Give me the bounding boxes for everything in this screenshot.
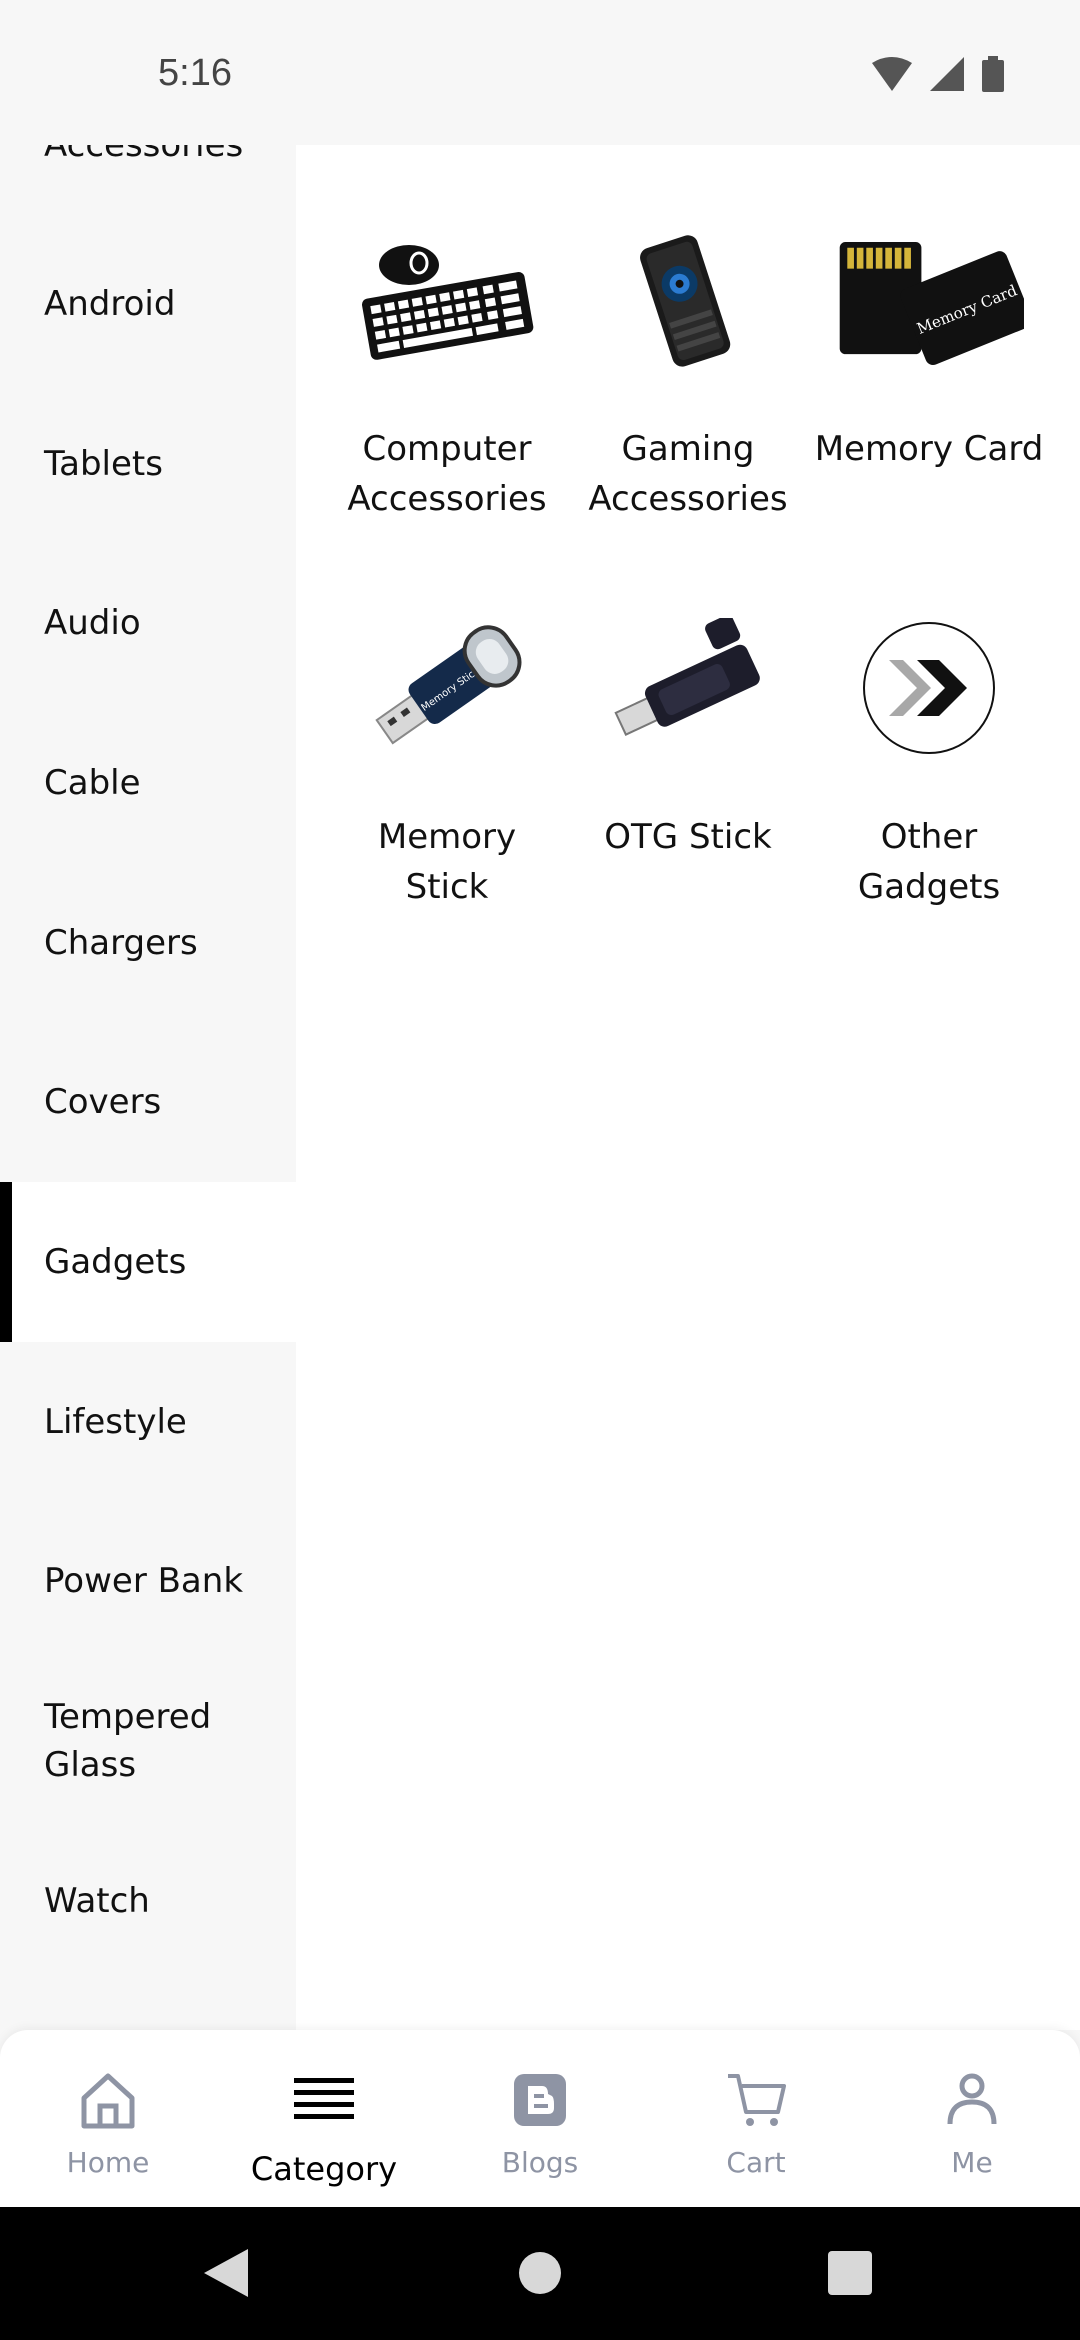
sidebar-item-label: Chargers bbox=[44, 923, 198, 963]
sidebar-item-audio[interactable]: Audio bbox=[0, 543, 296, 703]
bottom-nav: Home Category Blogs Cart Me bbox=[0, 2030, 1080, 2207]
category-card-memory-card[interactable]: Memory Card Memory Card bbox=[814, 220, 1044, 474]
recents-icon[interactable] bbox=[828, 2251, 872, 2295]
nav-cart[interactable]: Cart bbox=[648, 2030, 864, 2207]
chevron-double-image bbox=[834, 608, 1024, 768]
nav-label: Blogs bbox=[501, 2146, 579, 2179]
sidebar-item-tablets[interactable]: Tablets bbox=[0, 384, 296, 544]
sidebar-item-label: Tempered Glass bbox=[44, 1697, 212, 1785]
sidebar-item-label: Cable bbox=[44, 763, 141, 803]
nav-label: Me bbox=[951, 2146, 993, 2179]
category-label: Memory Stick bbox=[377, 817, 517, 907]
memory-card-image: Memory Card bbox=[834, 220, 1024, 380]
nav-me[interactable]: Me bbox=[864, 2030, 1080, 2207]
signal-icon bbox=[930, 57, 964, 91]
sidebar-item-label: Watch bbox=[44, 1881, 150, 1921]
cart-icon bbox=[728, 2074, 786, 2126]
nav-home[interactable]: Home bbox=[0, 2030, 216, 2207]
sidebar-item-lifestyle[interactable]: Lifestyle bbox=[0, 1342, 296, 1502]
back-icon[interactable] bbox=[204, 2249, 248, 2297]
sidebar-item-power-bank[interactable]: Power Bank bbox=[0, 1501, 296, 1661]
battery-icon bbox=[982, 56, 1004, 92]
user-icon bbox=[947, 2073, 997, 2125]
nav-label: Category bbox=[250, 2150, 398, 2188]
usb-stick-image: Memory Stick bbox=[352, 608, 542, 768]
sidebar-item-label: Tablets bbox=[44, 444, 163, 484]
menu-icon bbox=[294, 2078, 354, 2119]
sidebar-item-chargers[interactable]: Chargers bbox=[0, 863, 296, 1023]
sidebar-item-label: Power Bank bbox=[44, 1561, 244, 1601]
sidebar-item-android[interactable]: Android bbox=[0, 224, 296, 384]
system-nav-bar bbox=[0, 2207, 1080, 2340]
sidebar-item-cable[interactable]: Cable bbox=[0, 703, 296, 863]
category-sidebar: Accessories Android Tablets Audio Cable … bbox=[0, 145, 296, 2030]
category-label: Computer Accessories bbox=[347, 429, 547, 519]
home-icon bbox=[81, 2073, 135, 2129]
sidebar-item-label: Gadgets bbox=[44, 1242, 187, 1282]
nav-category[interactable]: Category bbox=[216, 2030, 432, 2207]
category-card-memory-stick[interactable]: Memory Stick Memory Stick bbox=[332, 608, 562, 912]
sidebar-item-tempered-glass[interactable]: Tempered Glass bbox=[0, 1661, 296, 1821]
sidebar-item-label: Lifestyle bbox=[44, 1402, 187, 1442]
sidebar-item-label: Audio bbox=[44, 603, 141, 643]
blog-icon bbox=[514, 2074, 566, 2126]
nav-label: Home bbox=[66, 2146, 150, 2179]
sidebar-item-watch[interactable]: Watch bbox=[0, 1821, 296, 1981]
gaming-cooler-image bbox=[593, 220, 783, 380]
category-card-other-gadgets[interactable]: Other Gadgets bbox=[814, 608, 1044, 912]
wifi-icon bbox=[872, 57, 912, 91]
category-label: Memory Card bbox=[814, 429, 1044, 469]
otg-stick-image bbox=[593, 608, 783, 768]
category-card-computer-accessories[interactable]: Computer Accessories bbox=[332, 220, 562, 524]
subcategory-grid: Computer Accessories Gaming Accessories bbox=[296, 145, 1080, 2030]
category-card-otg-stick[interactable]: OTG Stick bbox=[573, 608, 803, 862]
status-time: 5:16 bbox=[158, 52, 232, 94]
sidebar-item-covers[interactable]: Covers bbox=[0, 1022, 296, 1182]
home-button-icon[interactable] bbox=[518, 2251, 562, 2295]
category-label: OTG Stick bbox=[604, 817, 772, 857]
sidebar-item-label: Covers bbox=[44, 1082, 162, 1122]
category-card-gaming-accessories[interactable]: Gaming Accessories bbox=[573, 220, 803, 524]
status-bar: 5:16 bbox=[0, 0, 1080, 145]
status-icons bbox=[872, 56, 1004, 92]
nav-label: Cart bbox=[726, 2146, 786, 2179]
sidebar-item-accessories[interactable]: Accessories bbox=[0, 145, 296, 225]
sidebar-item-gadgets[interactable]: Gadgets bbox=[0, 1182, 296, 1342]
category-label: Gaming Accessories bbox=[588, 429, 788, 519]
nav-blogs[interactable]: Blogs bbox=[432, 2030, 648, 2207]
category-label: Other Gadgets bbox=[857, 817, 1001, 907]
sidebar-item-label: Accessories bbox=[44, 145, 244, 165]
keyboard-mouse-image bbox=[352, 220, 542, 380]
sidebar-item-label: Android bbox=[44, 284, 176, 324]
